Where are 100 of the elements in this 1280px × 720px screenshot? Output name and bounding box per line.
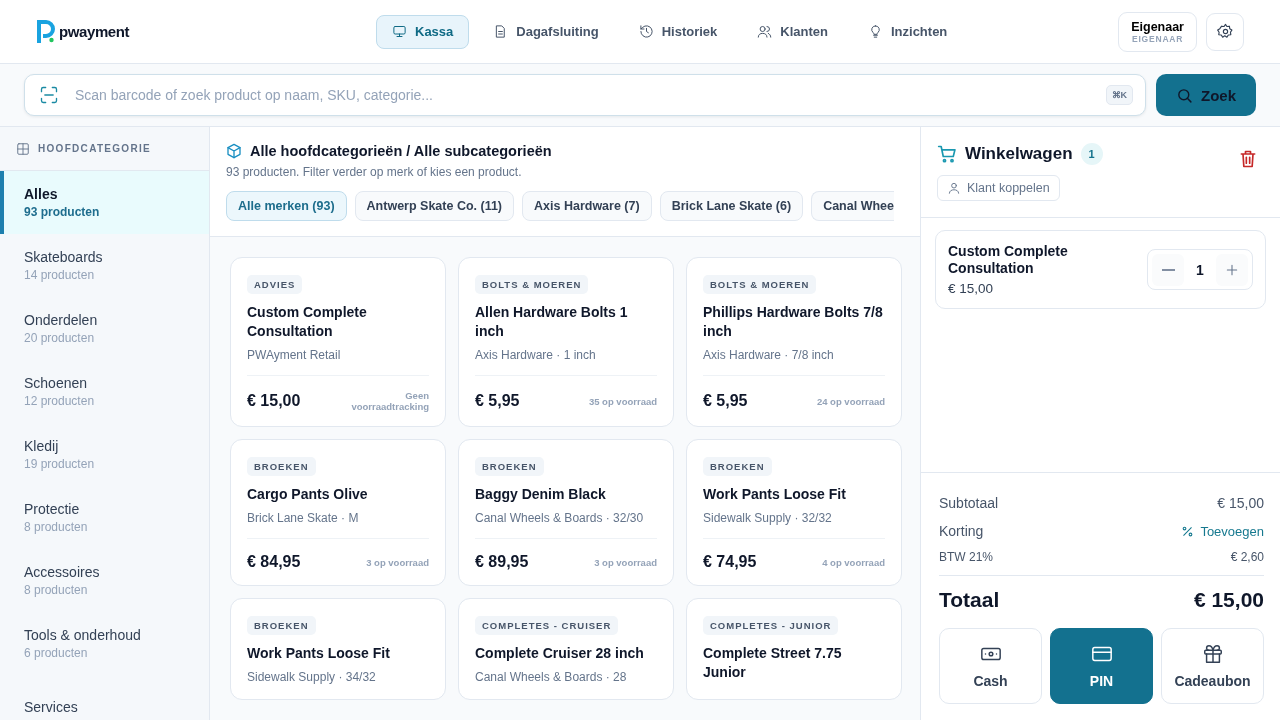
stock-status: 4 op voorraad — [822, 556, 885, 568]
user-icon — [947, 181, 961, 195]
stock-status: 3 op voorraad — [594, 556, 657, 568]
product-price: € 84,95 — [247, 553, 301, 571]
payment-method-button[interactable]: Cash — [939, 628, 1042, 704]
brand-name: pwayment — [59, 23, 130, 40]
search-input[interactable]: Scan barcode of zoek product op naam, SKU, categorie... — [73, 75, 1092, 115]
gift-icon — [1201, 643, 1224, 665]
product-card[interactable]: BOLTS & MOEREN Allen Hardware Bolts 1 inch Axis Hardware · 1 inch € 5,95 35 op voorraad — [458, 257, 674, 427]
add-discount-link[interactable]: Toevoegen — [1181, 523, 1264, 539]
nav-tab[interactable]: Dagafsluiting — [477, 14, 615, 49]
product-card[interactable]: COMPLETES - JUNIOR Complete Street 7.75 Junior — [686, 598, 902, 700]
category-item[interactable]: Services — [0, 675, 209, 720]
category-tag: BROEKEN — [475, 457, 544, 476]
product-card[interactable]: ADVIES Custom Complete Consultation PWAyment Retail € 15,00 Geen voorraadtracking — [230, 257, 446, 427]
product-details: Brick Lane Skate · M — [247, 511, 360, 526]
scan-icon — [39, 85, 59, 105]
product-price: € 74,95 — [703, 553, 757, 571]
history-icon — [638, 24, 654, 39]
category-tag: ADVIES — [247, 275, 303, 294]
item-count-badge: 1 — [1080, 143, 1103, 165]
subtotal-label: Subtotaal — [939, 495, 999, 511]
total-value: € 15,00 — [1193, 588, 1264, 612]
product-card[interactable]: BROEKEN Cargo Pants Olive Brick Lane Skate · M € 84,95 3 op voorraad — [230, 439, 446, 586]
product-name: Custom Complete Consultation — [247, 303, 368, 341]
category-tag: BOLTS & MOEREN — [703, 275, 817, 294]
product-name: Work Pants Loose Fit — [247, 644, 391, 663]
search-icon — [1176, 86, 1193, 104]
product-name: Complete Cruiser 28 inch — [475, 644, 645, 663]
product-details: Axis Hardware · 1 inch — [475, 348, 597, 363]
product-name: Cargo Pants Olive — [247, 485, 369, 504]
category-tag: BROEKEN — [247, 457, 316, 476]
product-details: Sidewalk Supply · 32/32 — [703, 511, 833, 526]
category-tag: COMPLETES - CRUISER — [475, 616, 619, 635]
product-name: Baggy Denim Black — [475, 485, 607, 504]
category-item[interactable]: Tools & onderhoud 6 producten — [0, 612, 209, 675]
product-price: € 5,95 — [703, 392, 748, 410]
minus-icon — [1161, 268, 1175, 271]
category-tag: BROEKEN — [247, 616, 316, 635]
product-name: Allen Hardware Bolts 1 inch — [475, 303, 629, 341]
category-tag: COMPLETES - JUNIOR — [703, 616, 839, 635]
product-name: Complete Street 7.75 Junior — [703, 644, 843, 682]
nav-tab[interactable]: Inzichten — [851, 14, 964, 49]
product-details: Canal Wheels & Boards · 28 — [475, 670, 628, 685]
product-card[interactable]: BROEKEN Work Pants Loose Fit Sidewalk Supply · 32/32 € 74,95 4 op voorraad — [686, 439, 902, 586]
users-icon — [757, 24, 773, 39]
product-card[interactable]: BROEKEN Work Pants Loose Fit Sidewalk Supply · 34/32 — [230, 598, 446, 700]
brand-filter-chip[interactable]: Brick Lane Skate (6) — [659, 191, 804, 221]
logo-icon — [36, 18, 56, 45]
decrease-button[interactable] — [1152, 253, 1184, 286]
cart-title: Winkelwagen — [965, 144, 1073, 164]
product-details: PWAyment Retail — [247, 348, 342, 363]
cart-item-name: Custom Complete Consultation — [948, 243, 1069, 277]
category-item[interactable]: Alles 93 producten — [0, 171, 209, 234]
product-card[interactable]: BOLTS & MOEREN Phillips Hardware Bolts 7/8 inch Axis Hardware · 7/8 inch € 5,95 24 op voorraad — [686, 257, 902, 427]
discount-label: Korting — [939, 523, 984, 539]
settings-icon — [1216, 23, 1234, 40]
payment-method-button[interactable]: PIN — [1050, 628, 1153, 704]
product-details: Sidewalk Supply · 34/32 — [247, 670, 377, 685]
stock-status: 24 op voorraad — [816, 395, 885, 407]
nav-tab[interactable]: Klanten — [741, 14, 844, 49]
search-bar[interactable]: Scan barcode of zoek product op naam, SKU, categorie... ⌘K — [24, 74, 1146, 116]
product-card[interactable]: BROEKEN Baggy Denim Black Canal Wheels & Boards · 32/30 € 89,95 3 op voorraad — [458, 439, 674, 586]
grid-icon — [16, 141, 30, 156]
category-item[interactable]: Skateboards 14 producten — [0, 234, 209, 297]
trash-icon — [1238, 149, 1258, 169]
category-item[interactable]: Protectie 8 producten — [0, 486, 209, 549]
product-name: Work Pants Loose Fit — [703, 485, 847, 504]
cart-icon — [937, 144, 957, 164]
product-price: € 5,95 — [475, 392, 520, 410]
vat-label: BTW 21% — [939, 550, 993, 564]
catalog-subtitle: 93 producten. Filter verder op merk of kies een product. — [226, 165, 523, 179]
user-button[interactable]: Eigenaar EIGENAAR — [1118, 11, 1197, 52]
link-customer-button[interactable]: Klant koppelen — [937, 175, 1060, 201]
brand-filter-chip[interactable]: Antwerp Skate Co. (11) — [354, 191, 515, 221]
category-item[interactable]: Kledij 19 producten — [0, 423, 209, 486]
category-item[interactable]: Onderdelen 20 producten — [0, 297, 209, 360]
brand-filter-chip[interactable]: Canal Whee — [811, 191, 894, 221]
package-icon — [226, 143, 242, 159]
quantity-value: 1 — [1195, 261, 1205, 278]
product-card[interactable]: COMPLETES - CRUISER Complete Cruiser 28 inch Canal Wheels & Boards · 28 — [458, 598, 674, 700]
product-price: € 89,95 — [475, 553, 529, 571]
monitor-icon — [392, 24, 407, 39]
product-name: Phillips Hardware Bolts 7/8 inch — [703, 303, 884, 341]
catalog-title: Alle hoofdcategorieën / Alle subcategorieën — [250, 143, 552, 159]
stock-status: 35 op voorraad — [588, 395, 657, 407]
total-label: Totaal — [939, 588, 1000, 612]
payment-method-button[interactable]: Cadeaubon — [1161, 628, 1264, 704]
category-item[interactable]: Schoenen 12 producten — [0, 360, 209, 423]
settings-button[interactable] — [1206, 12, 1244, 51]
category-tag: BROEKEN — [703, 457, 772, 476]
shortcut-hint: ⌘K — [1105, 85, 1133, 105]
subtotal-value: € 15,00 — [1217, 495, 1264, 511]
percent-icon — [1181, 524, 1195, 538]
product-details: Canal Wheels & Boards · 32/30 — [475, 511, 645, 526]
category-item[interactable]: Accessoires 8 producten — [0, 549, 209, 612]
nav-tab[interactable]: Historiek — [622, 14, 734, 49]
brand-filter-chip[interactable]: Alle merken (93) — [226, 191, 347, 221]
nav-tab[interactable]: Kassa — [376, 14, 470, 49]
brand-filter-chip[interactable]: Axis Hardware (7) — [522, 191, 652, 221]
